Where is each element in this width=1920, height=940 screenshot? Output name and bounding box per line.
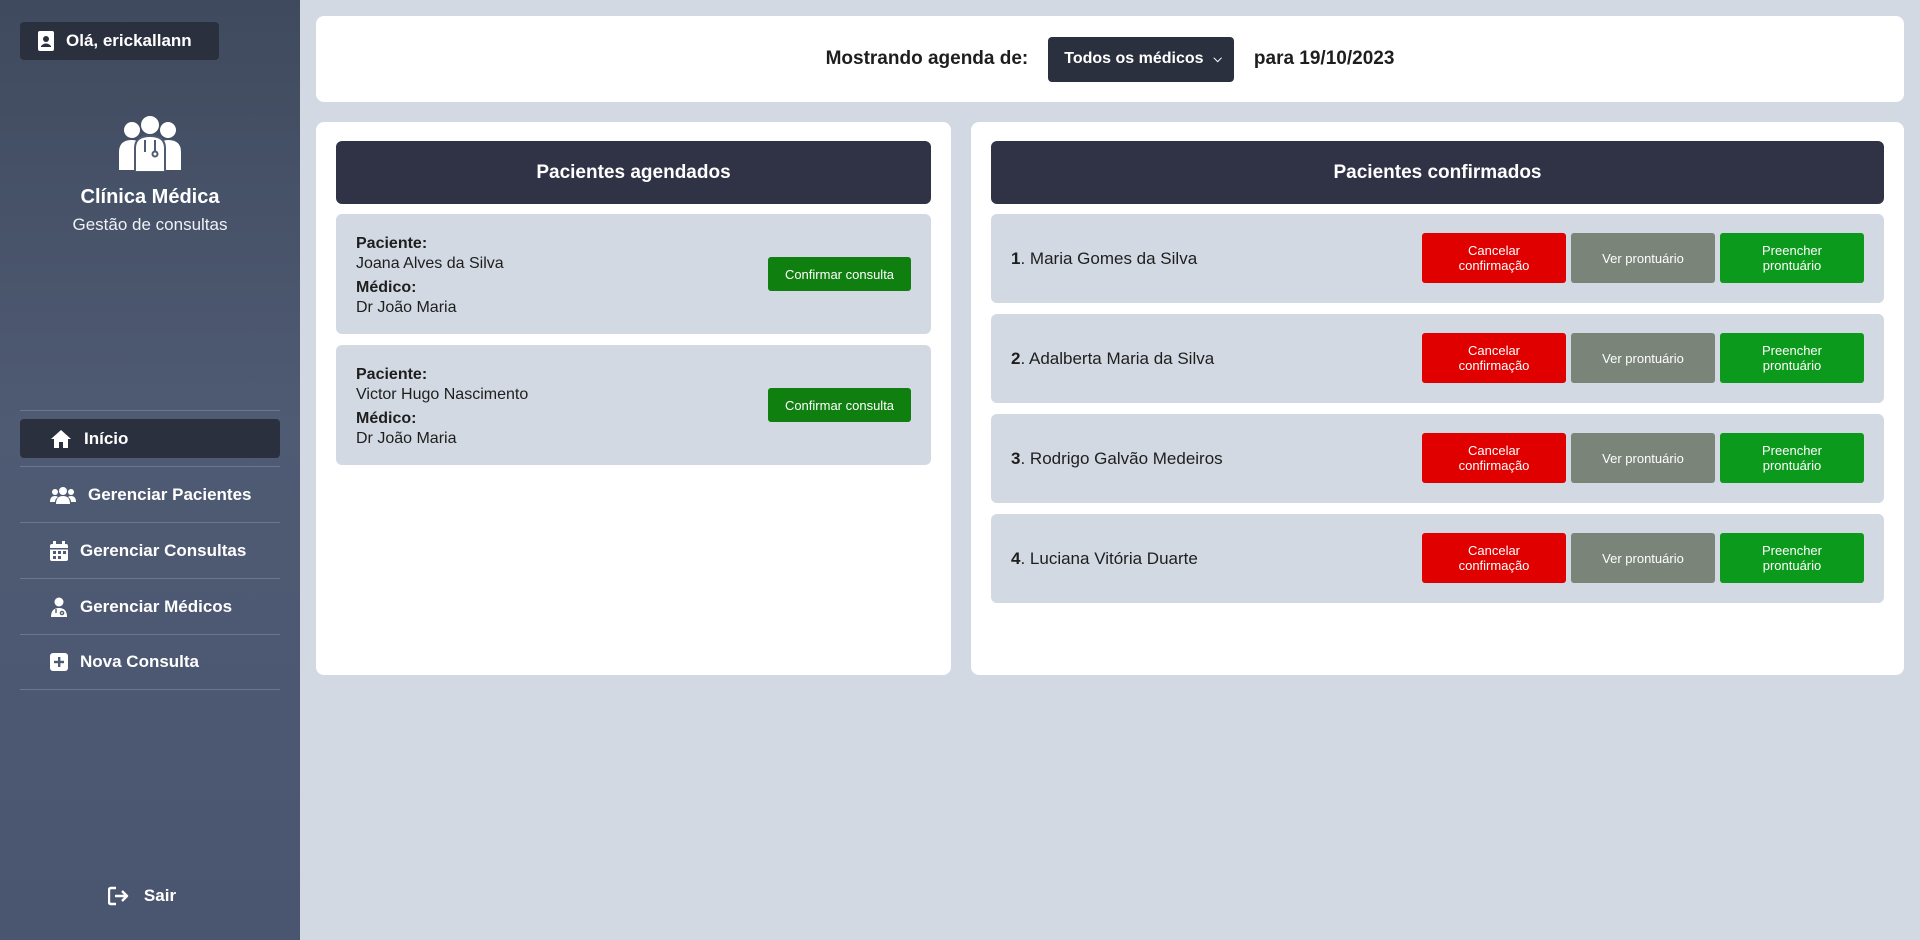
nav-item-gerenciar-consultas[interactable]: Gerenciar Consultas: [20, 522, 280, 578]
clinic-name: Clínica Médica: [80, 186, 220, 208]
confirm-appointment-button[interactable]: Confirmar consulta: [768, 388, 911, 422]
view-record-button[interactable]: Ver prontuário: [1571, 433, 1715, 483]
nav-item-nova-consulta[interactable]: Nova Consulta: [20, 634, 280, 690]
scheduled-patients-panel: Pacientes agendados Paciente: Joana Alve…: [316, 122, 951, 675]
doctor-select-value: Todos os médicos: [1064, 50, 1204, 67]
patient-name: . Luciana Vitória Duarte: [1020, 548, 1198, 568]
nav-item-gerenciar-pacientes[interactable]: Gerenciar Pacientes: [20, 466, 280, 522]
nav-item-inicio[interactable]: Início: [20, 410, 280, 466]
nav-label: Gerenciar Médicos: [80, 596, 233, 616]
fill-record-button[interactable]: Preencher prontuário: [1720, 533, 1864, 583]
calendar-icon: [50, 540, 68, 561]
nav-item-gerenciar-medicos[interactable]: Gerenciar Médicos: [20, 578, 280, 634]
view-record-button[interactable]: Ver prontuário: [1571, 533, 1715, 583]
home-icon: [50, 429, 72, 449]
cancel-confirmation-button[interactable]: Cancelar confirmação: [1422, 333, 1566, 383]
confirmed-patient-row: 3. Rodrigo Galvão Medeiros Cancelar conf…: [991, 414, 1884, 503]
doctor-select[interactable]: Todos os médicos ⌵: [1048, 36, 1234, 82]
confirmed-patient-name: 1. Maria Gomes da Silva: [1011, 214, 1197, 303]
medical-team-icon: [119, 116, 181, 172]
logout-icon: [107, 886, 129, 906]
cancel-confirmation-button[interactable]: Cancelar confirmação: [1422, 433, 1566, 483]
doctor-name: Dr João Maria: [356, 430, 457, 447]
plus-square-icon: [50, 652, 68, 672]
nav-label: Gerenciar Consultas: [80, 540, 247, 560]
confirmed-patient-row: 4. Luciana Vitória Duarte Cancelar confi…: [991, 514, 1884, 603]
confirm-appointment-button[interactable]: Confirmar consulta: [768, 257, 911, 291]
fill-record-button[interactable]: Preencher prontuário: [1720, 233, 1864, 283]
main-nav: Início Gerenciar Pacientes Gerenciar Con…: [20, 410, 280, 690]
doctor-label: Médico:: [356, 410, 417, 427]
clinic-logo: Clínica Médica Gestão de consultas: [0, 112, 300, 235]
confirmed-patient-name: 4. Luciana Vitória Duarte: [1011, 514, 1198, 603]
panel-title: Pacientes confirmados: [991, 141, 1884, 204]
patient-name: Victor Hugo Nascimento: [356, 386, 529, 403]
patient-name: Joana Alves da Silva: [356, 255, 504, 272]
chevron-down-icon: ⌵: [1213, 52, 1222, 65]
agenda-prefix: Mostrando agenda de:: [825, 48, 1029, 69]
logout-button[interactable]: Sair: [0, 886, 300, 906]
panel-title: Pacientes agendados: [336, 141, 931, 204]
row-number: 3: [1011, 448, 1021, 468]
user-greeting: Olá, erickallann: [66, 31, 192, 50]
fill-record-button[interactable]: Preencher prontuário: [1720, 333, 1864, 383]
logout-label: Sair: [143, 886, 177, 905]
patient-label: Paciente:: [356, 366, 428, 383]
cancel-confirmation-button[interactable]: Cancelar confirmação: [1422, 533, 1566, 583]
doctor-name: Dr João Maria: [356, 299, 457, 316]
confirmed-patients-panel: Pacientes confirmados 1. Maria Gomes da …: [971, 122, 1904, 675]
row-number: 4: [1011, 548, 1021, 568]
agenda-filter-bar: Mostrando agenda de: Todos os médicos ⌵ …: [316, 16, 1904, 102]
fill-record-button[interactable]: Preencher prontuário: [1720, 433, 1864, 483]
view-record-button[interactable]: Ver prontuário: [1571, 233, 1715, 283]
agenda-date: para 19/10/2023: [1253, 48, 1395, 69]
nav-label: Nova Consulta: [80, 652, 200, 671]
patient-name: . Maria Gomes da Silva: [1020, 248, 1198, 268]
patient-label: Paciente:: [356, 235, 428, 252]
confirmed-patient-name: 2. Adalberta Maria da Silva: [1011, 314, 1214, 403]
confirmed-patient-name: 3. Rodrigo Galvão Medeiros: [1011, 414, 1223, 503]
confirmed-patient-row: 1. Maria Gomes da Silva Cancelar confirm…: [991, 214, 1884, 303]
confirmed-patient-row: 2. Adalberta Maria da Silva Cancelar con…: [991, 314, 1884, 403]
scheduled-patient-card: Paciente: Joana Alves da Silva Médico: D…: [336, 214, 931, 334]
user-menu-button[interactable]: Olá, erickallann: [20, 22, 219, 60]
scheduled-patient-card: Paciente: Victor Hugo Nascimento Médico:…: [336, 345, 931, 465]
row-number: 1: [1011, 248, 1021, 268]
clinic-subtitle: Gestão de consultas: [72, 215, 228, 234]
nav-label: Gerenciar Pacientes: [88, 484, 252, 504]
view-record-button[interactable]: Ver prontuário: [1571, 333, 1715, 383]
nav-label: Início: [84, 428, 129, 448]
patient-name: . Rodrigo Galvão Medeiros: [1020, 448, 1223, 468]
cancel-confirmation-button[interactable]: Cancelar confirmação: [1422, 233, 1566, 283]
doctor-label: Médico:: [356, 279, 417, 296]
users-icon: [50, 485, 76, 505]
sidebar: Olá, erickallann Clínica Médica Gestão d…: [0, 0, 300, 940]
patient-name: . Adalberta Maria da Silva: [1020, 348, 1215, 368]
doctor-icon: [50, 597, 68, 617]
user-badge-icon: [38, 31, 54, 51]
row-number: 2: [1011, 348, 1021, 368]
